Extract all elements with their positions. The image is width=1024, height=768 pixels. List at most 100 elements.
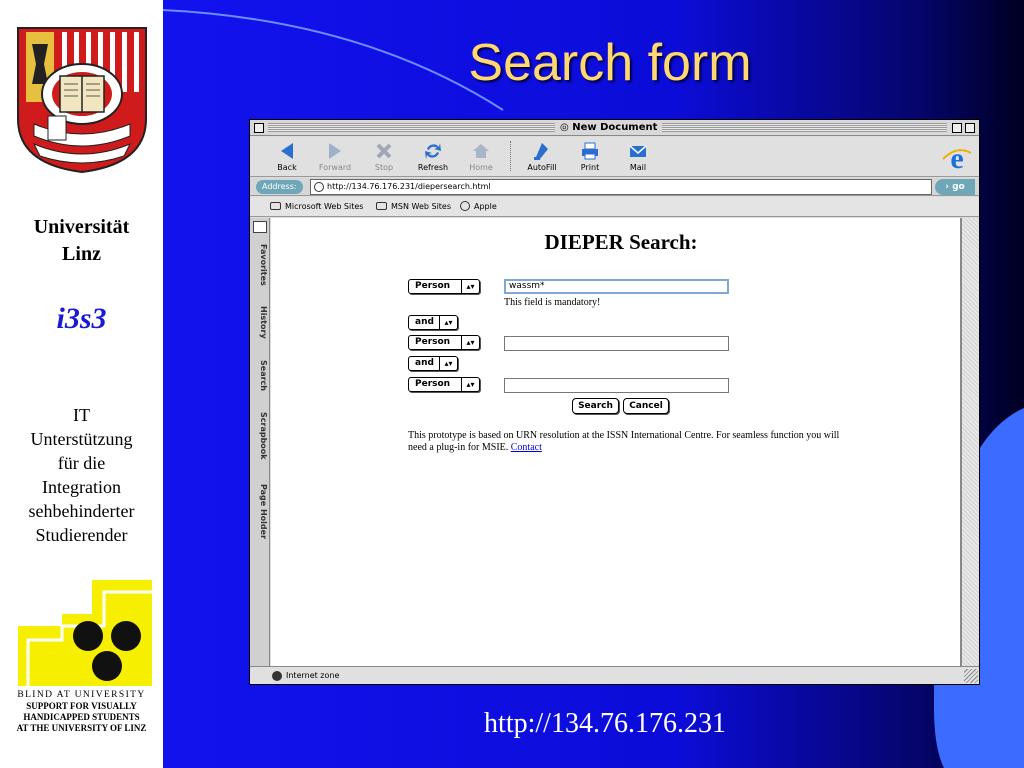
blind-logo-caption: BLIND AT UNIVERSITY SUPPORT FOR VISUALLY… — [0, 690, 163, 734]
select-arrows-icon: ▴▾ — [461, 378, 479, 391]
description-line: IT — [73, 405, 90, 425]
print-button[interactable]: Print — [565, 139, 615, 175]
sidebar: Universität Linz i3s3 IT Unterstützung f… — [0, 0, 163, 768]
field3-search-input[interactable] — [504, 378, 729, 393]
cancel-button[interactable]: Cancel — [623, 398, 669, 414]
vertical-scrollbar[interactable] — [961, 218, 979, 666]
internet-explorer-logo-icon[interactable]: e — [941, 141, 973, 173]
description-line: Unterstützung — [30, 429, 133, 449]
operator1-select[interactable]: and ▴▾ — [408, 315, 458, 330]
field2-search-input[interactable] — [504, 336, 729, 351]
svg-text:e: e — [950, 142, 963, 173]
favorite-label: Apple — [474, 202, 497, 211]
window-title: ◎ New Document — [555, 121, 663, 135]
select-arrows-icon: ▴▾ — [439, 357, 457, 370]
stop-label: Stop — [374, 163, 394, 172]
favorites-bar: Microsoft Web Sites MSN Web Sites Apple — [250, 197, 979, 217]
mandatory-hint: This field is mandatory! — [504, 297, 601, 308]
go-button[interactable]: › go — [935, 179, 975, 195]
favorite-msn-web-sites[interactable]: MSN Web Sites — [376, 200, 451, 214]
university-name: Universität Linz — [0, 214, 163, 268]
field3-type-value: Person — [415, 379, 451, 389]
search-button[interactable]: Search — [572, 398, 619, 414]
slide-title: Search form — [468, 34, 752, 92]
favorite-microsoft-web-sites[interactable]: Microsoft Web Sites — [270, 200, 363, 214]
autofill-label: AutoFill — [527, 163, 557, 172]
internet-zone-icon — [272, 671, 282, 681]
autofill-icon — [534, 143, 548, 160]
favorite-label: MSN Web Sites — [391, 202, 452, 211]
explorer-bar-toggle[interactable] — [253, 221, 267, 233]
blind-caption-line: AT THE UNIVERSITY OF LINZ — [16, 723, 147, 733]
address-label: Address: — [256, 180, 303, 194]
window-collapse-box[interactable] — [965, 123, 975, 133]
blind-caption-line: BLIND AT UNIVERSITY — [17, 690, 146, 700]
back-label: Back — [277, 163, 297, 172]
forward-arrow-icon — [329, 143, 341, 159]
field1-type-select[interactable]: Person ▴▾ — [408, 279, 480, 294]
page-content: DIEPER Search: Person ▴▾ wassm* This fie… — [271, 218, 961, 666]
autofill-button[interactable]: AutoFill — [517, 139, 567, 175]
blind-at-university-logo-icon — [18, 580, 152, 686]
folder-icon — [376, 202, 387, 210]
globe-icon — [460, 201, 470, 211]
status-bar: Internet zone — [250, 666, 979, 684]
university-name-line: Universität — [33, 216, 130, 238]
tab-favorites[interactable]: Favorites — [252, 244, 268, 286]
info-text: This prototype is based on URN resolutio… — [408, 430, 848, 454]
explorer-bar: Favorites History Search Scrapbook Page … — [250, 218, 270, 666]
tab-search[interactable]: Search — [252, 360, 268, 391]
linz-coat-of-arms-icon — [17, 27, 147, 174]
operator2-select[interactable]: and ▴▾ — [408, 356, 458, 371]
forward-button[interactable]: Forward — [310, 139, 360, 175]
field1-type-value: Person — [415, 281, 451, 291]
window-titlebar[interactable]: ◎ New Document — [250, 120, 979, 136]
address-input[interactable]: http://134.76.176.231/diepersearch.html — [310, 179, 932, 195]
select-arrows-icon: ▴▾ — [461, 280, 479, 293]
window-resize-handle[interactable] — [964, 669, 978, 683]
refresh-label: Refresh — [417, 163, 449, 172]
refresh-icon — [425, 143, 441, 159]
blind-caption-line: HANDICAPPED STUDENTS — [23, 712, 140, 722]
window-zoom-box[interactable] — [952, 123, 962, 133]
home-button[interactable]: Home — [456, 139, 506, 175]
i3s3-logo-text: i3s3 — [56, 302, 107, 335]
field1-search-input[interactable]: wassm* — [504, 279, 729, 294]
description-line: für die — [57, 453, 106, 473]
browser-window: ◎ New Document Back Forward Stop Refresh… — [249, 119, 980, 685]
field3-type-select[interactable]: Person ▴▾ — [408, 377, 480, 392]
go-label: go — [952, 182, 965, 192]
operator2-value: and — [415, 358, 434, 368]
mail-icon — [629, 145, 647, 157]
contact-link[interactable]: Contact — [511, 442, 542, 453]
print-label: Print — [580, 163, 600, 172]
stop-x-icon — [376, 143, 392, 159]
tab-scrapbook[interactable]: Scrapbook — [252, 412, 268, 460]
status-text: Internet zone — [286, 671, 340, 680]
window-title-text: New Document — [572, 122, 658, 133]
operator1-value: and — [415, 317, 434, 327]
folder-icon — [270, 202, 281, 210]
description-line: Integration — [42, 477, 121, 497]
tab-page-holder[interactable]: Page Holder — [252, 484, 268, 539]
browser-toolbar: Back Forward Stop Refresh Home AutoFill … — [250, 137, 979, 177]
favorite-apple[interactable]: Apple — [460, 200, 497, 214]
address-value: http://134.76.176.231/diepersearch.html — [327, 182, 491, 191]
field2-type-value: Person — [415, 337, 451, 347]
window-close-box[interactable] — [254, 123, 264, 133]
page-heading: DIEPER Search: — [544, 230, 698, 254]
address-bar: Address: http://134.76.176.231/diepersea… — [250, 178, 979, 196]
it-support-description: IT Unterstützung für die Integration seh… — [0, 403, 163, 547]
select-arrows-icon: ▴▾ — [461, 336, 479, 349]
refresh-button[interactable]: Refresh — [408, 139, 458, 175]
tab-history[interactable]: History — [252, 306, 268, 339]
info-paragraph: This prototype is based on URN resolutio… — [408, 430, 840, 453]
mail-button[interactable]: Mail — [613, 139, 663, 175]
favorite-label: Microsoft Web Sites — [285, 202, 364, 211]
field2-type-select[interactable]: Person ▴▾ — [408, 335, 480, 350]
stop-button[interactable]: Stop — [359, 139, 409, 175]
footer-url: http://134.76.176.231 — [484, 708, 726, 739]
back-button[interactable]: Back — [262, 139, 312, 175]
description-line: Studierender — [35, 525, 128, 545]
page-globe-icon — [314, 182, 324, 192]
